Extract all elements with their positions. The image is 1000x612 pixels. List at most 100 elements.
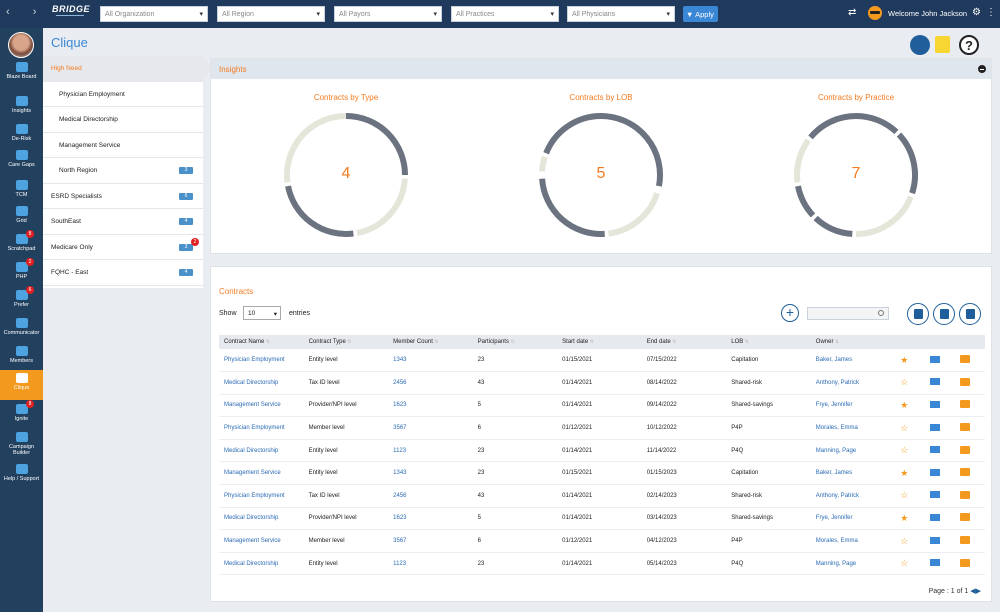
sort-icon[interactable]: ⇅ [346,339,351,345]
group-item[interactable]: SouthEast 4 [43,209,203,235]
star-icon[interactable]: ☆ [900,490,908,500]
sidebar-item-members[interactable]: Members [0,346,43,364]
star-icon[interactable]: ★ [900,468,908,478]
sidebar-item-de-risk[interactable]: De-Risk [0,124,43,142]
print-icon[interactable] [960,377,971,386]
sidebar-item-care-gaps[interactable]: Care Gaps [0,150,43,168]
table-cell[interactable]: Medical Directorship [219,552,304,576]
mail-icon[interactable] [930,400,941,408]
sort-icon[interactable]: ⇅ [833,339,839,345]
add-contract-button[interactable]: + [781,304,799,322]
print-icon[interactable] [960,490,971,499]
print-icon[interactable] [960,468,971,477]
mail-icon[interactable] [930,423,941,431]
mail-icon[interactable] [930,559,941,567]
print-icon[interactable] [960,558,971,567]
star-icon[interactable]: ★ [900,355,908,365]
table-cell[interactable]: Baker, James [810,461,896,486]
table-cell[interactable]: 1623 [388,394,473,418]
table-cell[interactable]: Anthony, Patrick [810,371,896,395]
table-cell[interactable]: 1343 [388,461,473,486]
sort-icon[interactable]: ⇅ [588,339,594,345]
table-cell[interactable]: Physician Employment [219,349,304,373]
entries-select[interactable]: 10 ▾ [243,306,281,320]
print-icon[interactable] [960,355,971,364]
table-cell[interactable]: Management Service [219,461,304,486]
switch-icon[interactable]: ⇄ [848,7,856,18]
print-icon[interactable] [960,423,971,432]
table-cell[interactable]: Frye, Jennifer [810,507,896,531]
mail-icon[interactable] [930,378,941,386]
table-cell[interactable]: Manning, Page [810,552,896,576]
filter-practices[interactable]: All Practices ▾ [451,6,559,22]
table-cell[interactable]: 3567 [388,529,473,553]
column-header[interactable]: Owner ⇅ [810,335,896,349]
star-icon[interactable]: ☆ [900,445,908,455]
sort-icon[interactable]: ⇅ [433,339,438,345]
filter-payors[interactable]: All Payors ▾ [334,6,442,22]
help-icon[interactable]: ? [959,35,979,55]
sort-icon[interactable]: ⇅ [264,339,270,345]
group-item[interactable]: Medical Directorship [43,107,203,133]
table-cell[interactable]: Management Service [219,394,304,418]
collapse-icon[interactable] [978,65,986,73]
sidebar-item-ignite[interactable]: Ignite 8 [0,400,43,422]
sidebar-item-clique[interactable]: Clique [0,370,43,400]
star-icon[interactable]: ☆ [900,423,908,433]
table-cell[interactable]: Morales, Emma [810,529,896,553]
group-item[interactable]: Physician Employment [43,82,203,107]
table-cell[interactable]: Management Service [219,529,304,553]
table-cell[interactable]: Manning, Page [810,439,896,463]
sidebar-item-scratchpad[interactable]: Scratchpad 8 [0,230,43,252]
nav-arrows-icon[interactable]: ‹ › [6,6,46,18]
table-cell[interactable]: 1123 [388,552,473,576]
star-icon[interactable]: ★ [900,400,908,410]
column-header[interactable]: Contract Name ⇅ [219,335,304,349]
table-cell[interactable]: Physician Employment [219,484,304,508]
sidebar-item-insights[interactable]: Insights [0,96,43,114]
sticky-note-icon[interactable] [935,36,950,53]
sidebar-item-grid[interactable]: Grid [0,206,43,224]
table-cell[interactable]: 2456 [388,484,473,508]
table-cell[interactable]: Anthony, Patrick [810,484,896,508]
table-cell[interactable]: Baker, James [810,349,896,373]
sidebar-item-tcm[interactable]: TCM [0,180,43,198]
table-cell[interactable]: 3567 [388,416,473,440]
export-xlsx-button[interactable] [933,303,955,325]
mail-icon[interactable] [930,491,941,499]
star-icon[interactable]: ☆ [900,377,908,387]
sort-icon[interactable]: ⇅ [743,339,749,345]
sidebar-item-blaze-board[interactable]: Blaze Board [0,62,43,80]
column-header[interactable]: End date ⇅ [641,335,727,349]
profile-photo[interactable] [8,32,34,58]
group-item[interactable]: Medicare Only 3 2 [43,235,203,260]
table-cell[interactable]: Physician Employment [219,416,304,440]
print-icon[interactable] [960,400,971,409]
filter-region[interactable]: All Region ▾ [217,6,325,22]
apply-button[interactable]: ▼ Apply [683,6,718,22]
share-icon[interactable] [910,35,930,55]
group-item[interactable]: High Need [43,56,211,82]
table-cell[interactable]: Medical Directorship [219,507,304,531]
table-cell[interactable]: 2456 [388,371,473,395]
group-item[interactable]: North Region 3 [43,158,203,184]
mail-icon[interactable] [930,468,941,476]
print-icon[interactable] [960,513,971,522]
group-item[interactable]: ESRD Specialists 6 [43,184,203,209]
filter-physicians[interactable]: All Physicians ▾ [567,6,675,22]
more-icon[interactable]: ⋮ [986,7,996,18]
user-avatar[interactable] [868,6,882,20]
table-cell[interactable]: 1343 [388,349,473,373]
mail-icon[interactable] [930,446,941,454]
star-icon[interactable]: ☆ [900,536,908,546]
sidebar-item-campaign-builder[interactable]: Campaign Builder [0,432,43,456]
group-item[interactable]: FQHC - East 4 [43,260,203,286]
mail-icon[interactable] [930,355,941,363]
print-icon[interactable] [960,445,971,454]
column-header[interactable]: Contract Type ⇅ [303,335,389,349]
filter-organization[interactable]: All Organization ▾ [100,6,208,22]
gear-icon[interactable]: ⚙ [972,7,981,18]
sidebar-item-prefer[interactable]: Prefer 6 [0,286,43,308]
table-cell[interactable]: Morales, Emma [810,416,896,440]
sidebar-item-help-support[interactable]: Help / Support [0,464,43,482]
